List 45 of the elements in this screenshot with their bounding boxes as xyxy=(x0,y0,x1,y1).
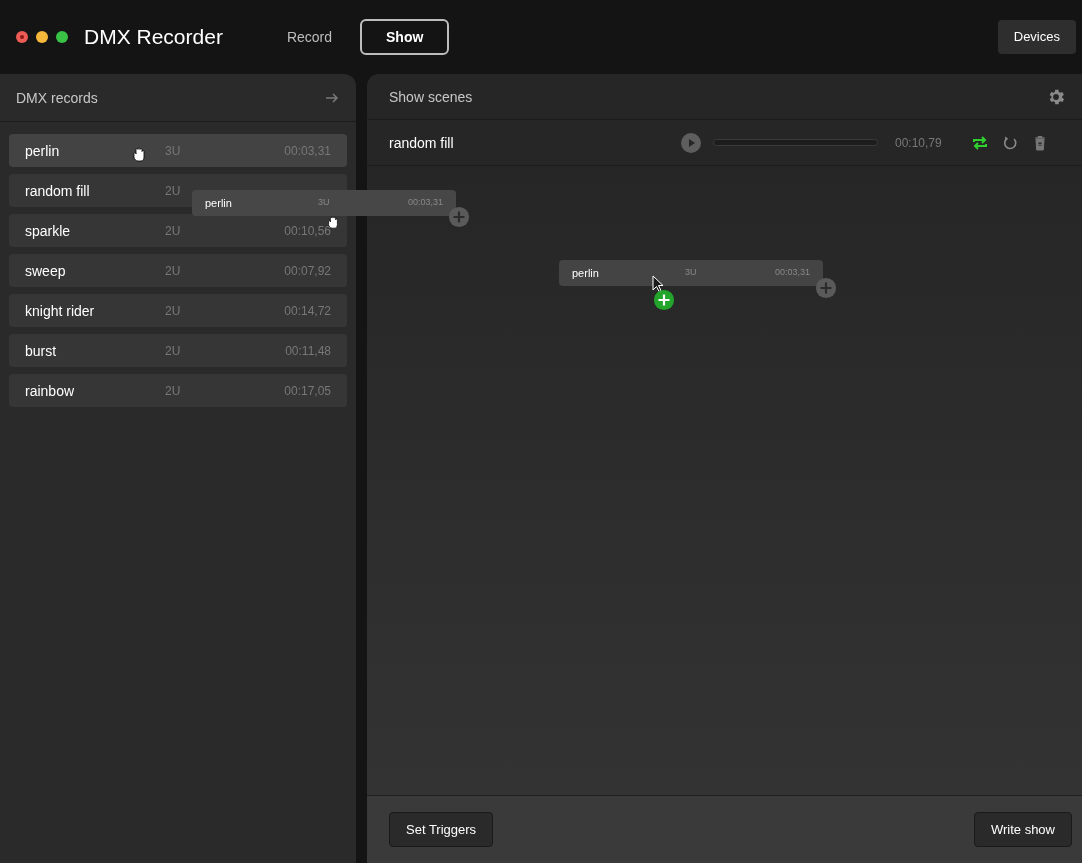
hand-cursor-icon xyxy=(131,146,147,162)
record-duration: 00:07,92 xyxy=(284,262,331,279)
clip-universes: 3U xyxy=(685,266,697,280)
record-universes: 2U xyxy=(165,382,181,399)
nav-tab[interactable]: Record xyxy=(270,19,348,55)
add-icon[interactable] xyxy=(653,289,675,311)
record-item[interactable]: knight rider 2U 00:14,72 xyxy=(9,294,347,327)
record-name: burst xyxy=(25,342,57,359)
footer-button[interactable]: Set Triggers xyxy=(389,812,494,847)
record-name: rainbow xyxy=(25,382,75,399)
window-title: DMX Recorder xyxy=(84,24,223,51)
loop-icon[interactable] xyxy=(970,133,989,152)
record-universes: 2U xyxy=(165,262,181,279)
record-name: sweep xyxy=(25,262,66,279)
record-universes: 2U xyxy=(165,302,181,319)
devices-button[interactable]: Devices xyxy=(997,20,1076,54)
clip-name: perlin xyxy=(572,265,600,281)
record-name: random fill xyxy=(25,182,90,199)
pointer-cursor-icon xyxy=(652,275,664,293)
record-name: perlin xyxy=(25,142,60,159)
record-duration: 00:11,48 xyxy=(285,342,331,359)
record-universes: 2U xyxy=(165,222,181,239)
record-name: knight rider xyxy=(25,302,95,319)
record-name: sparkle xyxy=(25,222,71,239)
scene-clip[interactable]: perlin 3U 00:03,31 xyxy=(559,260,823,286)
panel-title: Show scenes xyxy=(389,87,473,107)
record-item[interactable]: burst 2U 00:11,48 xyxy=(9,334,347,367)
reset-icon[interactable] xyxy=(1001,134,1018,151)
progress-track[interactable] xyxy=(713,139,878,146)
record-duration: 00:10,56 xyxy=(284,222,331,239)
record-item[interactable]: rainbow 2U 00:17,05 xyxy=(9,374,347,407)
panel-title: DMX records xyxy=(16,88,98,108)
clip-duration: 00:03,31 xyxy=(407,196,443,210)
nav-tab[interactable]: Show xyxy=(360,19,450,55)
clip-duration: 00:03,31 xyxy=(774,266,810,280)
footer-button[interactable]: Write show xyxy=(973,812,1072,847)
record-duration: 00:17,05 xyxy=(284,382,331,399)
record-item[interactable]: sparkle 2U 00:10,56 xyxy=(9,214,347,247)
record-duration: 00:14,72 xyxy=(284,302,331,319)
scene-name: random fill xyxy=(389,133,455,153)
record-universes: 2U xyxy=(165,182,181,199)
record-universes: 2U xyxy=(165,342,181,359)
record-item[interactable]: sweep 2U 00:07,92 xyxy=(9,254,347,287)
scene-time: 00:10,79 xyxy=(895,134,942,151)
play-icon[interactable] xyxy=(681,132,701,153)
